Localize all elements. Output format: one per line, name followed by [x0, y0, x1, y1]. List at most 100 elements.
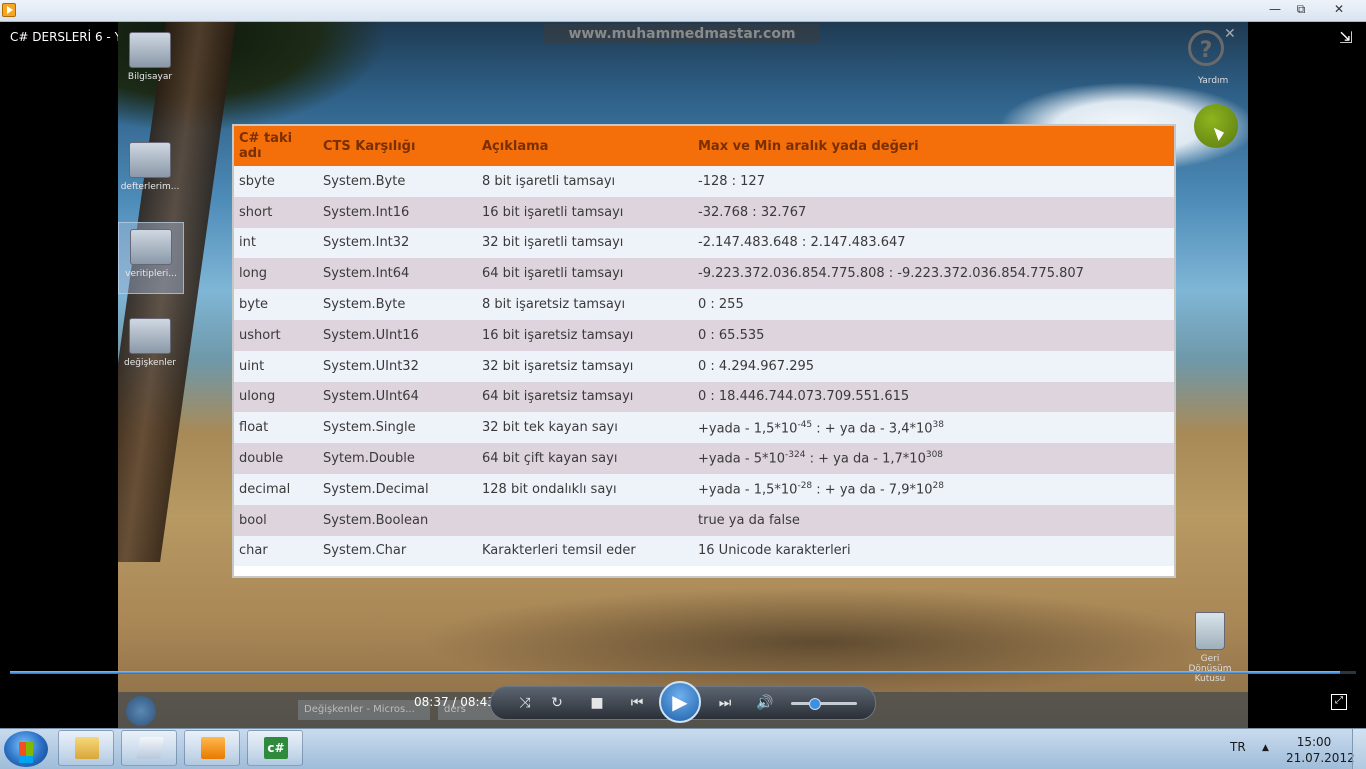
table-cell: -9.223.372.036.854.775.808 : -9.223.372.…: [693, 258, 1174, 290]
start-button[interactable]: [4, 731, 48, 767]
table-body: sbyte System.Byte 8 bit işaretli tamsayı -1…: [234, 166, 1174, 567]
table-cell: int: [234, 227, 318, 259]
csharp-icon: c#: [264, 737, 288, 759]
table-cell: float: [234, 412, 318, 444]
column-header: Açıklama: [477, 126, 693, 166]
table-cell: System.Byte: [318, 166, 477, 197]
table-row: ulong System.UInt64 64 bit işaretsiz tamsa…: [234, 381, 1174, 413]
windows-taskbar: c# TR ▲ 15:00 21.07.2012: [0, 728, 1366, 769]
inner-task-item: Değişkenler - Micros...: [298, 700, 430, 720]
table-cell: 8 bit işaretsiz tamsayı: [477, 289, 693, 320]
table-cell: decimal: [234, 473, 318, 505]
column-header: CTS Karşılığı: [318, 126, 477, 166]
fullscreen-icon[interactable]: ⤢: [1331, 694, 1347, 710]
table-row: double Sytem.Double 64 bit çift kayan sayı…: [234, 443, 1174, 474]
language-indicator[interactable]: TR: [1230, 740, 1246, 754]
inner-start-icon: [126, 696, 156, 726]
table-cell: System.Boolean: [318, 504, 477, 536]
table-cell: short: [234, 196, 318, 228]
range-text: : + ya da - 1,7*10: [805, 451, 926, 467]
table-row: bool System.Boolean true ya da false: [234, 504, 1174, 536]
next-icon[interactable]: ⏭: [707, 693, 743, 713]
stop-icon[interactable]: ■: [587, 693, 607, 713]
previous-icon[interactable]: ⏮: [619, 693, 655, 713]
show-hidden-icons-icon[interactable]: ▲: [1262, 743, 1269, 753]
sand-shadow-image: [418, 587, 1218, 697]
table-cell: -32.768 : 32.767: [693, 196, 1174, 228]
desktop-icon-folder-2: veritipleri...: [118, 222, 184, 294]
volume-slider[interactable]: [791, 698, 857, 710]
volume-slider-thumb[interactable]: [809, 698, 822, 710]
taskbar-explorer-button[interactable]: [58, 730, 114, 766]
table-header-row: C# taki adı CTS Karşılığı Açıklama Max v…: [234, 126, 1174, 166]
table-cell: System.Int64: [318, 258, 477, 290]
close-button[interactable]: ✕: [1321, 0, 1357, 19]
table-cell: Karakterleri temsil eder: [477, 535, 693, 567]
table-cell: 32 bit işaretli tamsayı: [477, 227, 693, 259]
table-cell: System.UInt64: [318, 381, 477, 413]
playback-controls: ⤨ ↻ ■ ⏮ ▶ ⏭ 🔊: [490, 681, 876, 723]
exponent: -324: [785, 450, 806, 461]
table-cell: +yada - 1,5*10-45 : + ya da - 3,4*1038: [693, 412, 1174, 444]
column-header: Max ve Min aralık yada değeri: [693, 126, 1174, 166]
table-cell: uint: [234, 350, 318, 382]
taskbar-csharp-button[interactable]: c#: [247, 730, 303, 766]
table-cell: bool: [234, 504, 318, 536]
show-desktop-button[interactable]: [1352, 729, 1366, 769]
taskbar-notepad-button[interactable]: [121, 730, 177, 766]
range-text: +yada - 1,5*10: [698, 482, 798, 498]
table-row: ushort System.UInt16 16 bit işaretsiz tams…: [234, 319, 1174, 351]
volume-icon[interactable]: 🔊: [755, 693, 775, 713]
computer-icon: [129, 32, 171, 68]
table-row: sbyte System.Byte 8 bit işaretli tamsayı -1…: [234, 166, 1174, 197]
video-watermark: www.muhammedmastar.com: [544, 24, 820, 44]
desktop-icon-folder-1: defterlerim...: [118, 142, 182, 192]
table-row: byte System.Byte 8 bit işaretsiz tamsayı 0 …: [234, 289, 1174, 320]
document-icon: [129, 318, 171, 354]
seek-bar[interactable]: [10, 671, 1356, 674]
table-cell: +yada - 5*10-324 : + ya da - 1,7*10308: [693, 443, 1174, 474]
shuffle-icon[interactable]: ⤨: [515, 693, 535, 713]
table-cell: 16 Unicode karakterleri: [693, 535, 1174, 567]
desktop-icon-label: defterlerim...: [120, 182, 180, 192]
folder-icon: [75, 737, 99, 759]
exponent: -45: [797, 419, 813, 430]
table-cell: ushort: [234, 319, 318, 351]
repeat-icon[interactable]: ↻: [547, 693, 567, 713]
desktop-icon-label: Bilgisayar: [127, 72, 173, 82]
range-text: : + ya da - 7,9*10: [812, 482, 933, 498]
exponent: 28: [932, 481, 944, 492]
data-types-table: C# taki adı CTS Karşılığı Açıklama Max v…: [234, 126, 1174, 567]
table-cell: System.Int16: [318, 196, 477, 228]
table-row: decimal System.Decimal 128 bit ondalıklı s…: [234, 473, 1174, 505]
table-cell: System.Int32: [318, 227, 477, 259]
desktop-icon-file: değişkenler: [118, 318, 182, 368]
table-cell: 16 bit işaretsiz tamsayı: [477, 319, 693, 351]
play-icon[interactable]: ▶: [659, 681, 701, 723]
table-cell: ulong: [234, 381, 318, 413]
table-row: short System.Int16 16 bit işaretli tamsayı…: [234, 196, 1174, 228]
range-text: +yada - 1,5*10: [698, 420, 798, 436]
table-cell: -128 : 127: [693, 166, 1174, 197]
help-icon: ?: [1188, 30, 1224, 66]
table-cell: char: [234, 535, 318, 567]
switch-to-library-icon[interactable]: ⇲: [1336, 28, 1356, 48]
taskbar-clock[interactable]: 15:00 21.07.2012: [1286, 734, 1355, 766]
table-cell: 64 bit işaretsiz tamsayı: [477, 381, 693, 413]
table-cell: 0 : 255: [693, 289, 1174, 320]
seek-bar-progress: [10, 671, 1340, 674]
clock-date: 21.07.2012: [1286, 751, 1355, 765]
table-cell: 128 bit ondalıklı sayı: [477, 473, 693, 505]
table-cell: 0 : 18.446.744.073.709.551.615: [693, 381, 1174, 413]
table-cell: Sytem.Double: [318, 443, 477, 474]
column-header: C# taki adı: [234, 126, 318, 166]
table-cell: System.Decimal: [318, 473, 477, 505]
table-row: float System.Single 32 bit tek kayan sayı +…: [234, 412, 1174, 444]
table-cell: -2.147.483.648 : 2.147.483.647: [693, 227, 1174, 259]
restore-button[interactable]: ⧉: [1283, 0, 1319, 19]
desktop-icon-label: veritipleri...: [125, 269, 177, 279]
table-row: uint System.UInt32 32 bit işaretsiz tamsay…: [234, 350, 1174, 382]
clock-time: 15:00: [1296, 735, 1332, 749]
table-cell: [477, 504, 693, 536]
taskbar-media-player-button[interactable]: [184, 730, 240, 766]
